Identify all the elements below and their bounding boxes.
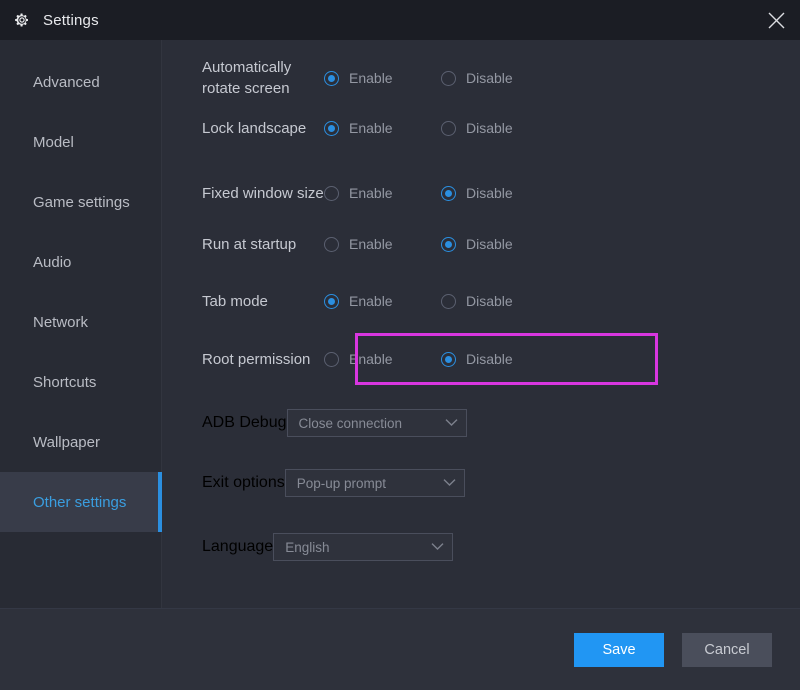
dropdown-exit-options[interactable]: Pop-up prompt [284,469,465,497]
radio-option-label: Enable [349,351,393,367]
sidebar-item-label: Wallpaper [33,433,100,451]
sidebar-item-label: Other settings [33,493,127,511]
setting-label: Tab mode [202,292,268,310]
sidebar-item-wallpaper[interactable]: Wallpaper [0,412,161,472]
radio-group: Enable Disable [324,120,513,136]
setting-row: Root permission Enable Disable [162,346,800,372]
radio-disable-selected-icon[interactable] [441,351,456,367]
radio-option-disable[interactable]: Disable [441,185,513,201]
radio-disable-selected-icon[interactable] [441,185,456,201]
radio-enable-selected-icon[interactable] [324,293,339,309]
setting-row: Lock landscape Enable Disable [162,115,800,141]
settings-window: Settings Advanced Model Game settings Audio… [0,0,800,690]
sidebar-item-model[interactable]: Model [0,112,161,172]
close-icon[interactable] [752,0,800,40]
chevron-down-icon[interactable] [445,414,458,432]
setting-row: Fixed window size Enable Disable [162,173,800,213]
sidebar-item-network[interactable]: Network [0,292,161,352]
radio-option-label: Enable [349,185,393,201]
radio-disable-unselected-icon[interactable] [441,70,456,86]
cancel-button[interactable]: Cancel [682,632,772,667]
dropdown-selected-value: Close connection [298,415,403,431]
setting-label: Language [202,538,274,555]
settings-content: Automatically rotate screen Enable Disable… [162,40,800,608]
setting-label: Automatically rotate screen [202,59,292,97]
radio-option-enable[interactable]: Enable [324,351,441,367]
setting-label: ADB Debug [202,414,287,431]
radio-group: Enable Disable [324,293,513,309]
radio-disable-selected-icon[interactable] [441,236,456,252]
setting-row: Exit options Pop-up prompt [162,469,800,497]
dropdown-language[interactable]: English [273,533,454,561]
sidebar-item-audio[interactable]: Audio [0,232,161,292]
setting-label: Lock landscape [202,119,307,137]
setting-label: Root permission [202,350,311,368]
radio-option-label: Enable [349,120,393,136]
radio-group: Enable Disable [324,70,513,86]
radio-disable-unselected-icon[interactable] [441,120,456,136]
radio-option-enable[interactable]: Enable [324,236,441,252]
sidebar-item-game-settings[interactable]: Game settings [0,172,161,232]
chevron-down-icon[interactable] [431,538,444,556]
radio-option-enable[interactable]: Enable [324,293,441,309]
gear-icon [13,11,31,29]
sidebar-item-advanced[interactable]: Advanced [0,52,161,112]
sidebar-item-label: Advanced [33,73,100,91]
chevron-down-icon[interactable] [443,474,456,492]
radio-group: Enable Disable [324,351,513,367]
setting-label: Exit options [202,474,285,491]
radio-option-disable[interactable]: Disable [441,120,513,136]
radio-option-label: Enable [349,293,393,309]
radio-option-label: Disable [466,70,513,86]
radio-group: Enable Disable [324,236,513,252]
sidebar-item-shortcuts[interactable]: Shortcuts [0,352,161,412]
sidebar-item-other-settings[interactable]: Other settings [0,472,162,532]
dialog-footer: Save Cancel [0,608,800,690]
radio-option-label: Disable [466,120,513,136]
radio-option-label: Disable [466,293,513,309]
radio-enable-unselected-icon[interactable] [324,351,339,367]
radio-option-disable[interactable]: Disable [441,70,513,86]
sidebar: Advanced Model Game settings Audio Network Sh… [0,40,162,608]
setting-row: ADB Debug Close connection [162,409,800,437]
radio-enable-selected-icon[interactable] [324,70,339,86]
sidebar-item-label: Game settings [33,193,130,211]
setting-label: Fixed window size [202,184,324,202]
radio-option-label: Enable [349,70,393,86]
radio-enable-unselected-icon[interactable] [324,236,339,252]
sidebar-item-label: Shortcuts [33,373,97,391]
radio-option-enable[interactable]: Enable [324,120,441,136]
setting-row: Tab mode Enable Disable [162,288,800,314]
setting-row: Automatically rotate screen Enable Disable [162,58,800,98]
radio-option-label: Disable [466,236,513,252]
title-bar: Settings [0,0,800,40]
dropdown-selected-value: English [285,539,330,555]
radio-option-enable[interactable]: Enable [324,70,441,86]
radio-option-disable[interactable]: Disable [441,236,513,252]
setting-label: Run at startup [202,235,297,253]
radio-option-label: Disable [466,351,513,367]
radio-option-disable[interactable]: Disable [441,351,513,367]
radio-disable-unselected-icon[interactable] [441,293,456,309]
radio-group: Enable Disable [324,185,513,201]
radio-option-enable[interactable]: Enable [324,185,441,201]
sidebar-item-label: Audio [33,253,72,271]
save-button[interactable]: Save [574,632,664,667]
sidebar-item-label: Network [33,313,89,331]
radio-enable-selected-icon[interactable] [324,120,339,136]
dropdown-selected-value: Pop-up prompt [296,475,387,491]
sidebar-item-label: Model [33,133,74,151]
radio-option-disable[interactable]: Disable [441,293,513,309]
setting-row: Run at startup Enable Disable [162,231,800,257]
radio-option-label: Disable [466,185,513,201]
radio-enable-unselected-icon[interactable] [324,185,339,201]
radio-option-label: Enable [349,236,393,252]
dropdown-adb-debug[interactable]: Close connection [286,409,467,437]
setting-row: Language English [162,533,800,561]
window-title: Settings [43,11,99,29]
settings-body: Advanced Model Game settings Audio Network Sh… [0,40,800,608]
